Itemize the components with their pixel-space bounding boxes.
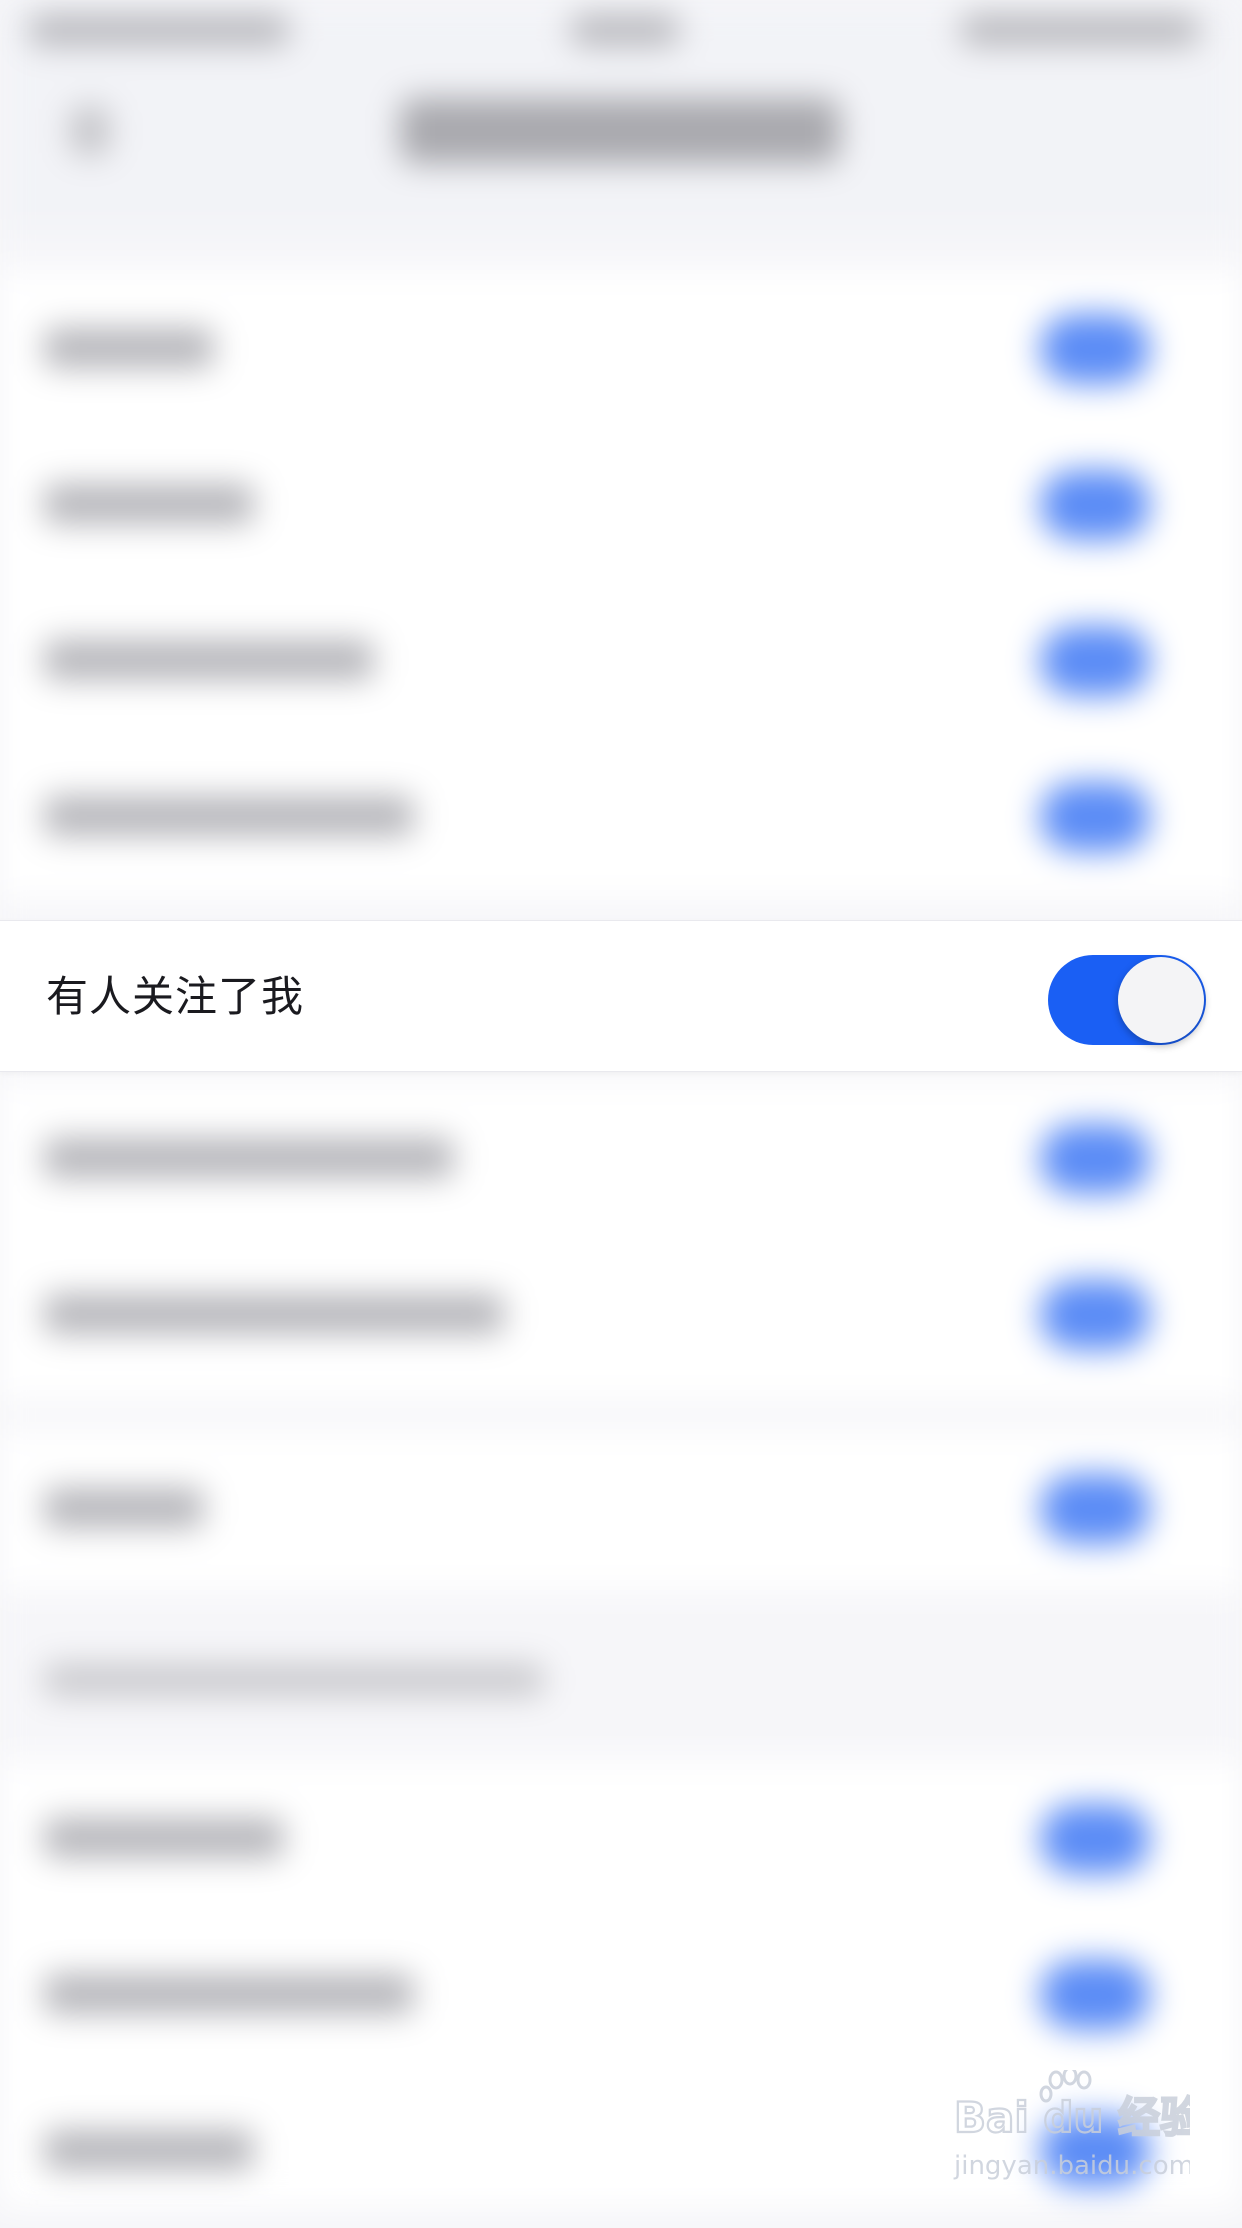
- settings-row: [0, 1916, 1242, 2072]
- watermark-brand: Bai du 经验: [954, 2093, 1190, 2142]
- status-carrier-placeholder: [28, 14, 290, 46]
- toggle-switch: [1040, 470, 1150, 540]
- setting-label: 有人关注了我: [46, 972, 305, 1021]
- watermark-url: jingyan.baidu.com: [953, 2151, 1190, 2180]
- status-bar: [0, 0, 1242, 70]
- toggle-switch: [1040, 1124, 1150, 1194]
- section-footnote-placeholder: [44, 1664, 544, 1696]
- back-icon: [70, 106, 110, 156]
- settings-row: [0, 1080, 1242, 1236]
- baidu-paw-logo-icon: Bai du 经验 jingyan.baidu.com: [953, 2066, 1203, 2181]
- toggle-switch: [1040, 314, 1150, 384]
- toggle-switch: [1040, 1804, 1150, 1874]
- setting-row-someone-followed-me: 有人关注了我: [0, 920, 1242, 1072]
- settings-row: [0, 1236, 1242, 1392]
- page-title-placeholder: [400, 98, 840, 164]
- settings-row: [0, 582, 1242, 738]
- settings-row: [0, 270, 1242, 426]
- toggle-switch: [1040, 1474, 1150, 1544]
- baidu-jingyan-watermark: Bai du 经验 jingyan.baidu.com: [950, 2066, 1203, 2181]
- followed-me-toggle[interactable]: [1048, 955, 1206, 1045]
- toggle-switch: [1040, 626, 1150, 696]
- settings-row: [0, 426, 1242, 582]
- toggle-switch: [1040, 782, 1150, 852]
- navigation-bar: [0, 70, 1242, 230]
- settings-group-1: [0, 270, 1242, 900]
- toggle-switch: [1040, 1280, 1150, 1350]
- status-battery-placeholder: [960, 14, 1200, 46]
- blurred-background: [0, 0, 1242, 2208]
- toggle-switch: [1040, 1960, 1150, 2030]
- settings-group-3: [0, 1430, 1242, 1590]
- settings-row: [0, 1760, 1242, 1916]
- status-time-placeholder: [570, 14, 680, 46]
- settings-row: [0, 738, 1242, 894]
- settings-group-2: [0, 1080, 1242, 1400]
- toggle-knob: [1118, 957, 1204, 1043]
- settings-row: [0, 1430, 1242, 1586]
